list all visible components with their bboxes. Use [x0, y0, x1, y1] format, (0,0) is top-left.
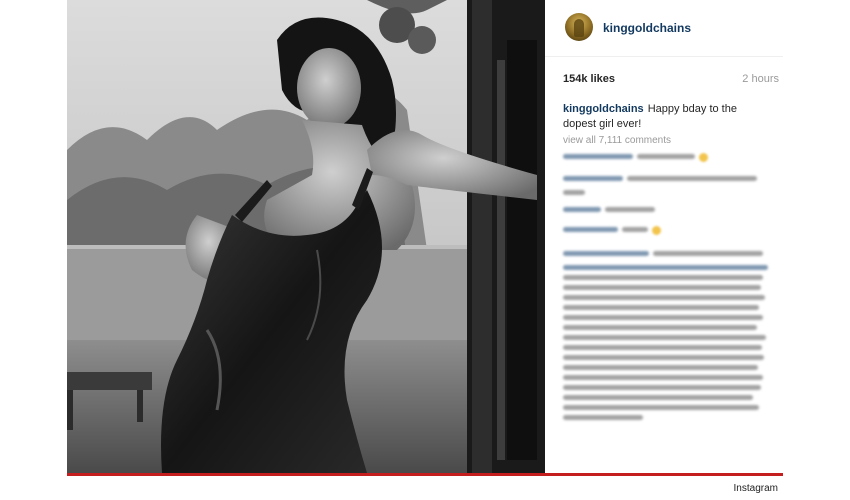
blurred-comment-text — [563, 190, 585, 195]
blurred-comment-text — [563, 295, 765, 300]
blurred-comment-text — [563, 305, 759, 310]
blurred-comment-text — [563, 265, 768, 270]
post-time: 2 hours — [742, 73, 779, 85]
blurred-comment-text — [563, 275, 763, 280]
blurred-comment-text — [563, 345, 762, 350]
view-all-comments-link[interactable]: view all 7,111 comments — [563, 135, 671, 146]
blurred-comment-text — [563, 395, 753, 400]
blurred-comment-text — [563, 285, 761, 290]
blurred-comment-text — [605, 207, 655, 212]
blurred-comment-username — [563, 207, 601, 212]
accent-bar — [67, 473, 783, 476]
comments-list — [563, 150, 775, 425]
list-item — [563, 203, 775, 217]
likes-count[interactable]: 154k likes — [563, 73, 615, 85]
blurred-comment-username — [563, 154, 633, 159]
post-sidebar: kinggoldchains 154k likes 2 hours kinggo… — [545, 0, 783, 473]
caption-username[interactable]: kinggoldchains — [563, 103, 644, 115]
emoji-icon — [652, 225, 661, 235]
blurred-comment-text — [563, 365, 758, 370]
blurred-comment-text — [627, 176, 757, 181]
list-item — [563, 172, 775, 186]
list-item — [563, 150, 775, 164]
emoji-icon — [699, 152, 708, 162]
blurred-comment-text — [563, 325, 757, 330]
blurred-comment-username — [563, 227, 618, 232]
blurred-comment-text — [563, 315, 763, 320]
blurred-comment-text — [622, 227, 648, 232]
post-username[interactable]: kinggoldchains — [603, 21, 691, 35]
post-caption: kinggoldchains Happy bday to the dopest g… — [563, 102, 773, 132]
blurred-comment-text — [563, 385, 761, 390]
blurred-comment-text — [563, 375, 763, 380]
photo-credit: Instagram — [733, 483, 778, 494]
avatar[interactable] — [565, 13, 593, 41]
blurred-comment-username — [563, 251, 649, 256]
list-item — [563, 247, 775, 420]
list-item — [563, 223, 775, 237]
blurred-comment-text — [653, 251, 763, 256]
blurred-comment-text — [637, 154, 695, 159]
blurred-comment-text — [563, 355, 764, 360]
post-photo — [67, 0, 545, 473]
post-header: kinggoldchains — [545, 0, 783, 57]
blurred-comment-text — [563, 415, 643, 420]
blurred-comment-text — [563, 335, 766, 340]
blurred-comment-username — [563, 176, 623, 181]
blurred-comment-text — [563, 405, 759, 410]
